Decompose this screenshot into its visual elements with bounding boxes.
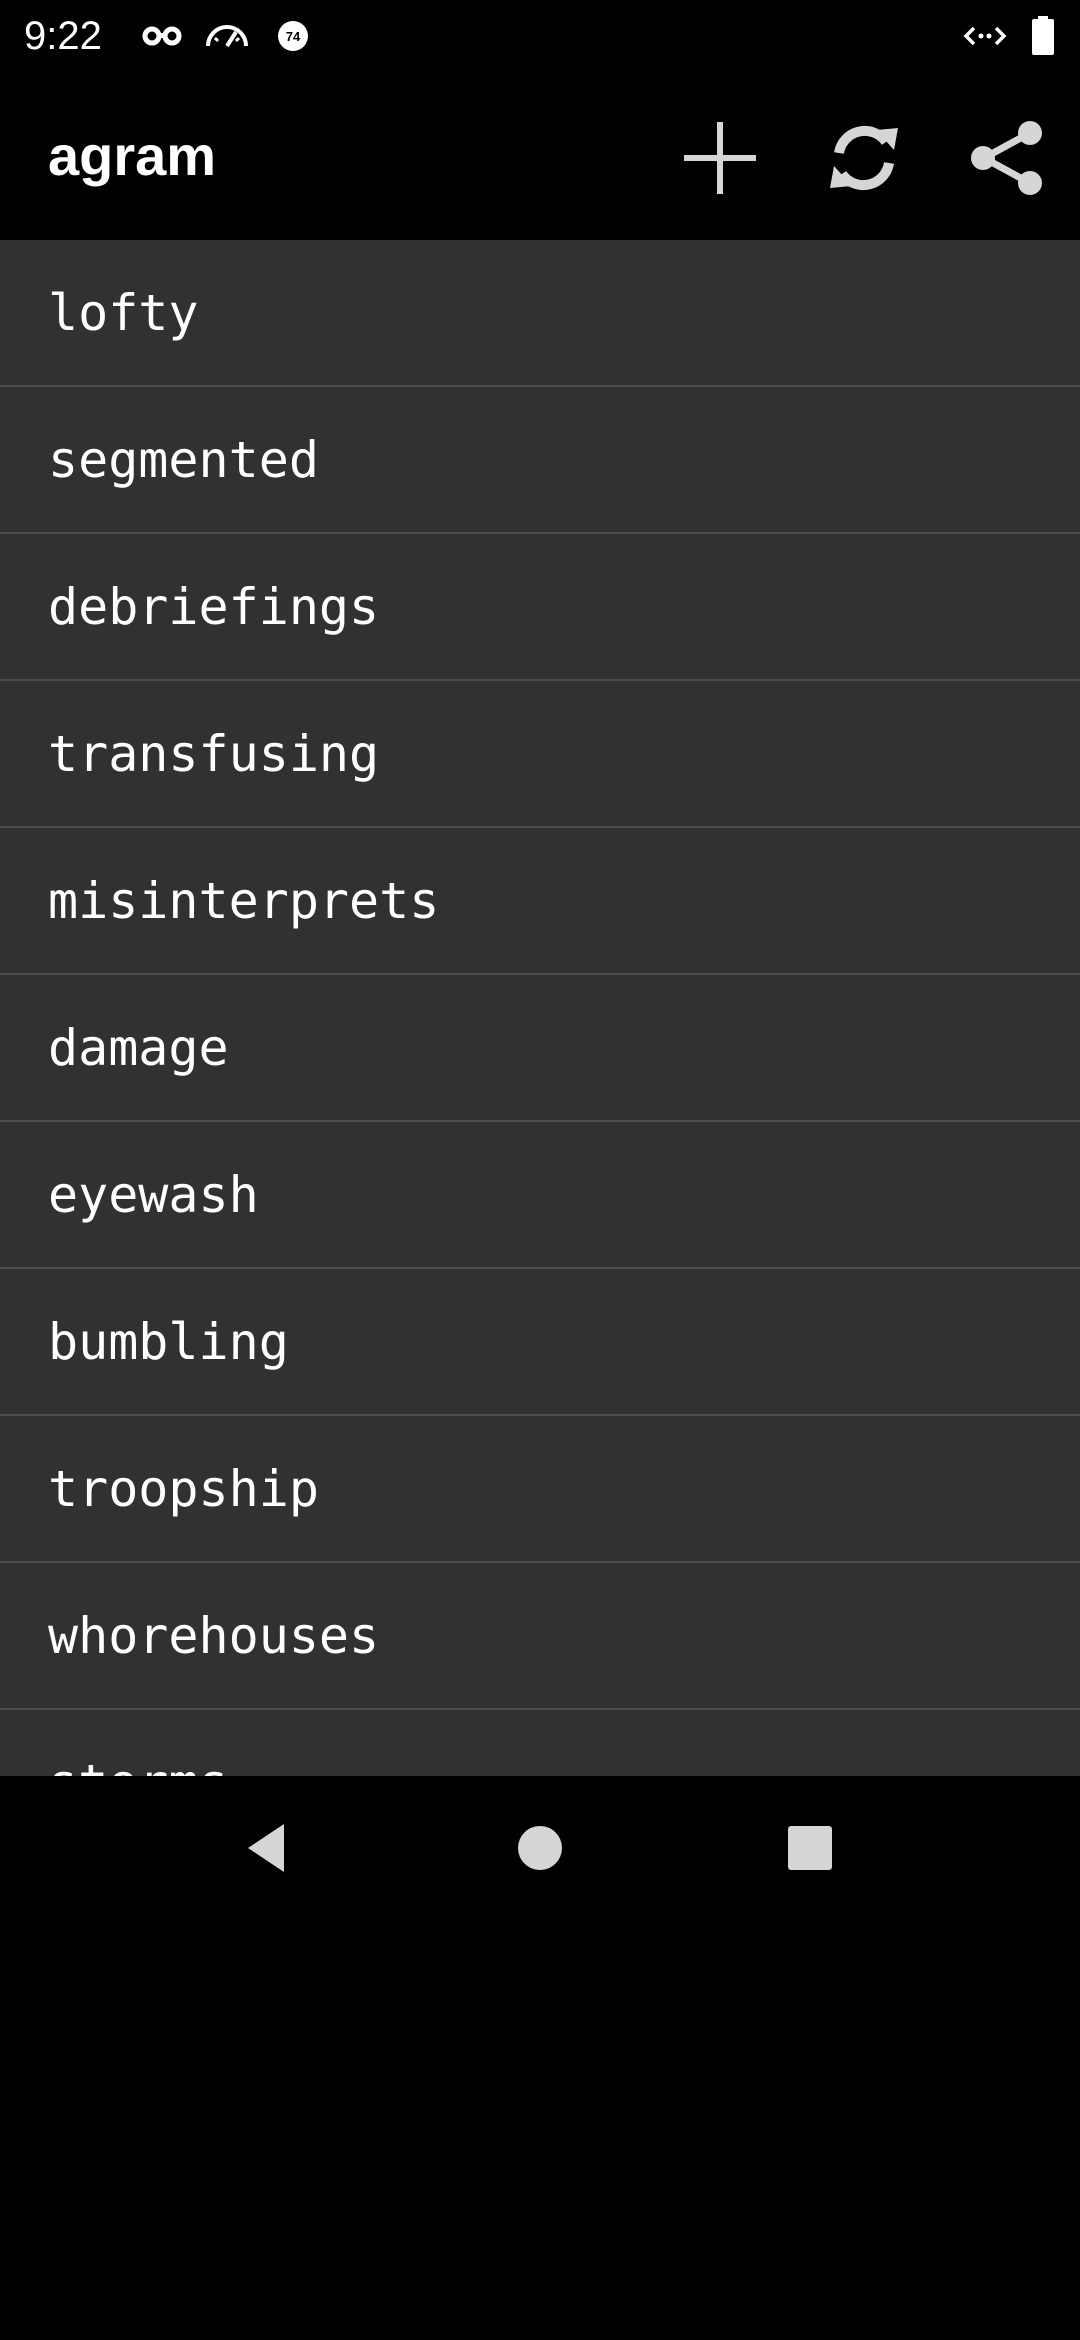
list-item[interactable]: storms (0, 1710, 1080, 1777)
speedometer-icon (204, 16, 250, 56)
list-item[interactable]: troopship (0, 1416, 1080, 1563)
list-item[interactable]: debriefings (0, 534, 1080, 681)
app-title: agram (48, 124, 217, 187)
refresh-icon (830, 125, 898, 191)
incognito-icon (140, 16, 184, 56)
list-item[interactable]: misinterprets (0, 828, 1080, 975)
battery-icon (1030, 16, 1056, 56)
empty-area (0, 1920, 1080, 2340)
list-item[interactable]: whorehouses (0, 1563, 1080, 1710)
plus-icon (684, 122, 756, 194)
status-bar: 9:22 74 (0, 0, 1080, 72)
circle-74-icon: 74 (276, 16, 310, 56)
list-item[interactable]: eyewash (0, 1122, 1080, 1269)
share-icon (971, 121, 1042, 195)
back-button[interactable] (220, 1800, 316, 1896)
recents-icon (788, 1826, 832, 1870)
app-bar: agram (0, 72, 1080, 240)
home-button[interactable] (492, 1800, 588, 1896)
status-time: 9:22 (24, 14, 102, 58)
navigation-bar (0, 1776, 1080, 1920)
back-icon (248, 1824, 284, 1872)
badge-number: 74 (286, 29, 301, 44)
list-item[interactable]: segmented (0, 387, 1080, 534)
word-list[interactable]: lofty segmented debriefings transfusing … (0, 240, 1080, 1776)
refresh-button[interactable] (816, 110, 912, 206)
list-item[interactable]: bumbling (0, 1269, 1080, 1416)
list-item[interactable]: transfusing (0, 681, 1080, 828)
share-button[interactable] (960, 110, 1056, 206)
list-item[interactable]: lofty (0, 240, 1080, 387)
home-icon (518, 1826, 562, 1870)
data-arrows-icon (962, 16, 1008, 56)
recents-button[interactable] (762, 1800, 858, 1896)
list-item[interactable]: damage (0, 975, 1080, 1122)
add-button[interactable] (672, 110, 768, 206)
